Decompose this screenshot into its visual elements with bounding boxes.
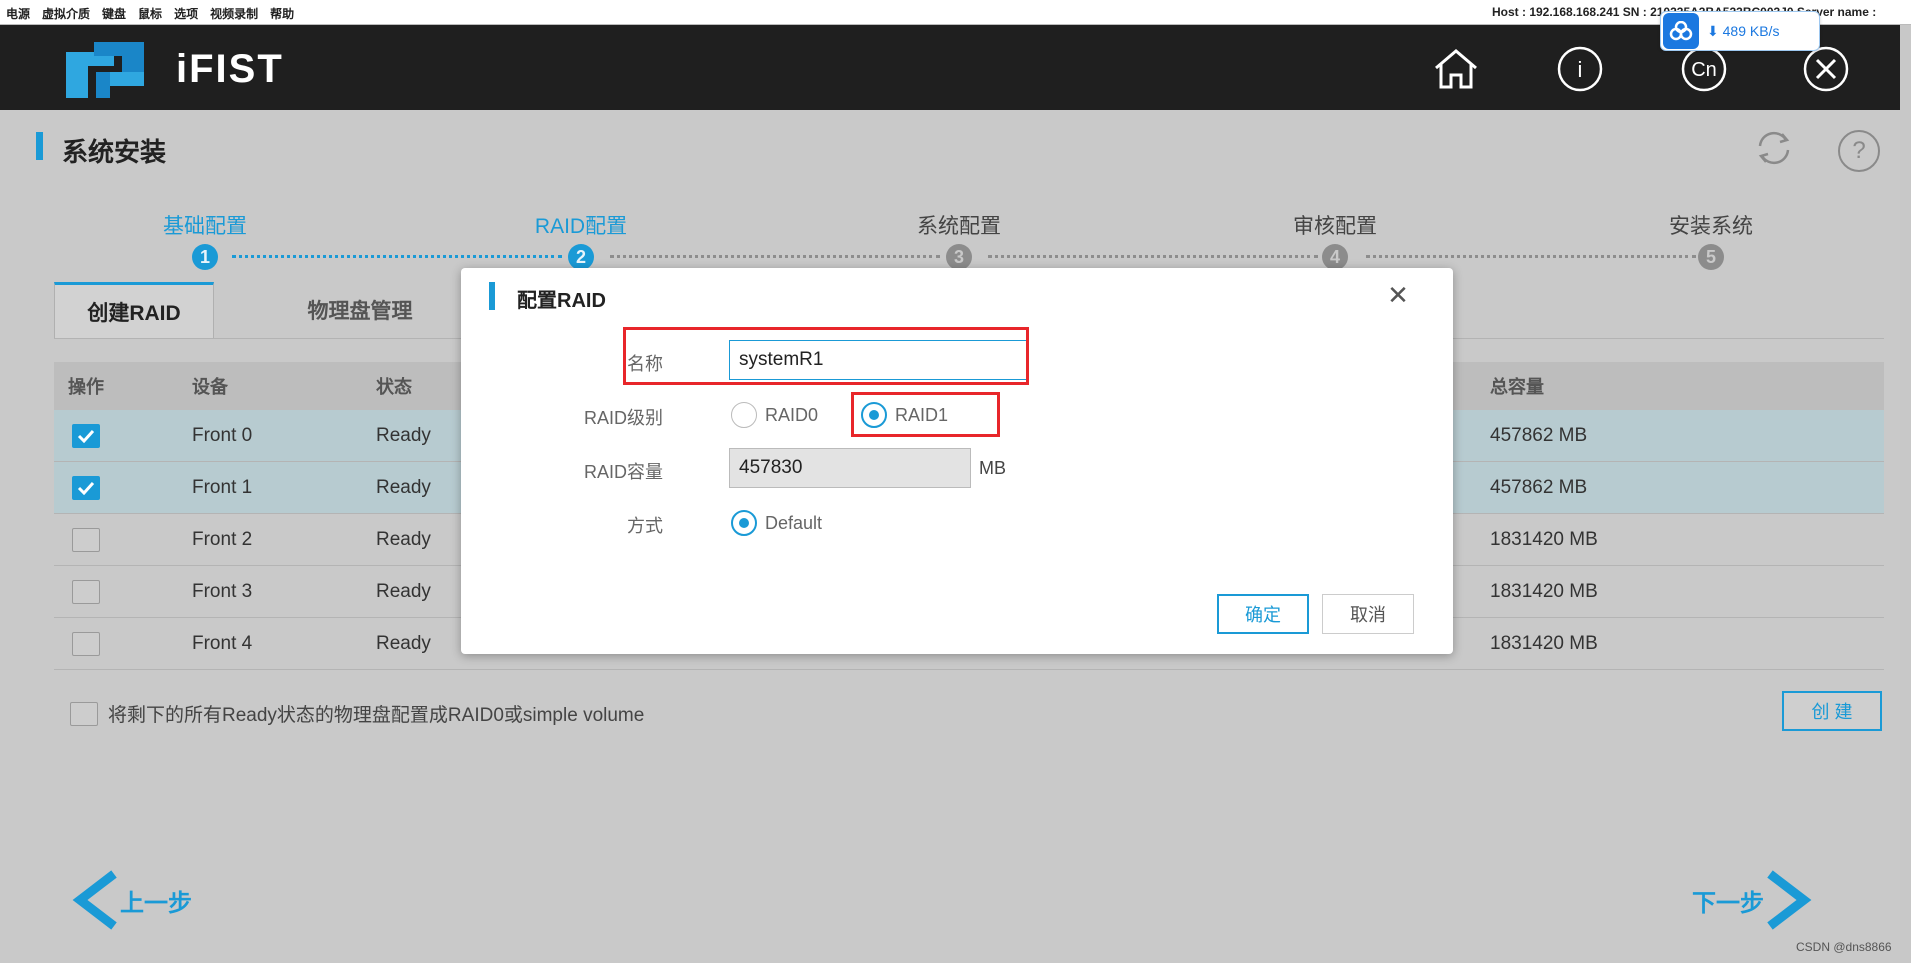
kvm-menu-options[interactable]: 选项 [174, 5, 198, 22]
step-system-config[interactable]: 系统配置 3 [849, 210, 1069, 270]
close-app-icon[interactable] [1802, 45, 1850, 93]
row-status: Ready [376, 424, 431, 446]
step-install-system[interactable]: 安装系统 5 [1601, 210, 1821, 270]
capacity-unit: MB [979, 458, 1006, 478]
row-capacity: 1831420 MB [1490, 528, 1598, 550]
step-label: 审核配置 [1293, 215, 1377, 238]
watermark: CSDN @dns8866 [1796, 940, 1892, 954]
radio-default-dot [731, 510, 757, 536]
header-device: 设备 [192, 377, 228, 397]
home-icon[interactable] [1432, 45, 1480, 93]
kvm-menu-help[interactable]: 帮助 [270, 5, 294, 22]
refresh-icon[interactable] [1752, 128, 1796, 168]
step-raid-config[interactable]: RAID配置 2 [471, 210, 691, 270]
mode-label: 方式 [627, 516, 663, 536]
step-number: 4 [1322, 244, 1348, 270]
row-status: Ready [376, 580, 431, 602]
row-checkbox[interactable] [72, 475, 100, 500]
raid-capacity-label: RAID容量 [583, 462, 663, 482]
step-basic-config[interactable]: 基础配置 1 [95, 210, 315, 270]
title-accent-bar [36, 132, 43, 160]
header-op: 操作 [68, 377, 104, 397]
row-status: Ready [376, 528, 431, 550]
kvm-menu-video-record[interactable]: 视频录制 [210, 5, 258, 22]
raid-name-input[interactable] [729, 340, 1029, 380]
close-icon[interactable]: ✕ [1385, 282, 1411, 308]
row-checkbox[interactable] [72, 579, 100, 604]
row-status: Ready [376, 476, 431, 498]
row-device: Front 4 [192, 632, 253, 654]
language-icon-label: Cn [1691, 59, 1717, 81]
create-raid-button[interactable]: 创 建 [1782, 691, 1882, 731]
remaining-raid0-label: 将剩下的所有Ready状态的物理盘配置成RAID0或simple volume [108, 705, 645, 726]
step-number: 1 [192, 244, 218, 270]
kvm-menu-power[interactable]: 电源 [6, 5, 30, 22]
prev-step-label: 上一步 [120, 889, 192, 917]
kvm-menu-mouse[interactable]: 鼠标 [138, 5, 162, 22]
name-label: 名称 [627, 354, 663, 374]
remaining-raid0-checkbox[interactable] [70, 701, 98, 726]
next-step-button[interactable]: 下一步 [1692, 870, 1814, 930]
next-step-label: 下一步 [1692, 889, 1764, 917]
app-header: iFIST i Cn [0, 25, 1900, 110]
download-badge[interactable]: ⬇ 489 KB/s [1660, 11, 1820, 51]
row-device: Front 3 [192, 580, 253, 602]
row-capacity: 1831420 MB [1490, 580, 1598, 602]
row-status: Ready [376, 632, 431, 654]
ifist-logo-icon [66, 42, 144, 98]
info-icon-label: i [1578, 57, 1583, 82]
row-checkbox[interactable] [72, 631, 100, 656]
step-number: 2 [568, 244, 594, 270]
step-label: 基础配置 [163, 215, 247, 238]
row-capacity: 457862 MB [1490, 424, 1588, 446]
confirm-button[interactable]: 确定 [1217, 594, 1309, 634]
dialog-title: 配置RAID [517, 290, 606, 312]
radio-raid1-dot [861, 402, 887, 428]
row-device: Front 1 [192, 476, 253, 498]
radio-raid0-label: RAID0 [765, 404, 819, 425]
raid-level-label: RAID级别 [583, 408, 663, 428]
row-capacity: 1831420 MB [1490, 632, 1598, 654]
raid-config-dialog: 配置RAID ✕ 名称 RAID级别 RAID0 RAID1 RAID容量 MB… [461, 268, 1453, 654]
step-review-config[interactable]: 审核配置 4 [1225, 210, 1445, 270]
radio-default[interactable]: Default [731, 510, 822, 536]
kvm-menu-virtual-media[interactable]: 虚拟介质 [42, 5, 90, 22]
step-number: 5 [1698, 244, 1724, 270]
radio-raid0[interactable]: RAID0 [731, 402, 818, 428]
info-icon[interactable]: i [1556, 45, 1604, 93]
row-checkbox[interactable] [72, 527, 100, 552]
row-capacity: 457862 MB [1490, 476, 1588, 498]
header-capacity: 总容量 [1490, 377, 1544, 397]
help-icon[interactable]: ? [1838, 130, 1880, 172]
row-device: Front 2 [192, 528, 253, 550]
radio-raid1-label: RAID1 [895, 404, 949, 425]
language-icon[interactable]: Cn [1680, 45, 1728, 93]
row-checkbox[interactable] [72, 423, 100, 448]
radio-default-label: Default [765, 512, 823, 533]
tab-create-raid[interactable]: 创建RAID [54, 282, 214, 338]
kvm-menu-bar: 电源 虚拟介质 键盘 鼠标 选项 视频录制 帮助 Host : 192.168.… [0, 0, 1911, 25]
header-status: 状态 [376, 377, 412, 397]
page-title: 系统安装 [62, 137, 167, 167]
radio-raid0-dot [731, 402, 757, 428]
chevron-left-icon [72, 870, 117, 930]
tab-physical-disk[interactable]: 物理盘管理 [260, 282, 460, 338]
cloud-icon [1663, 13, 1699, 49]
step-label: RAID配置 [534, 215, 628, 238]
cancel-button[interactable]: 取消 [1322, 594, 1414, 634]
row-device: Front 0 [192, 424, 253, 446]
kvm-menu: 电源 虚拟介质 键盘 鼠标 选项 视频录制 帮助 [6, 5, 294, 22]
download-speed: ⬇ 489 KB/s [1707, 22, 1780, 39]
remaining-raid0-option[interactable]: 将剩下的所有Ready状态的物理盘配置成RAID0或simple volume [70, 700, 644, 727]
kvm-menu-keyboard[interactable]: 键盘 [102, 5, 126, 22]
prev-step-button[interactable]: 上一步 [70, 870, 192, 930]
step-label: 系统配置 [917, 215, 1001, 238]
radio-raid1[interactable]: RAID1 [861, 402, 948, 428]
chevron-right-icon [1767, 870, 1812, 930]
step-label: 安装系统 [1669, 215, 1753, 238]
brand-name: iFIST [176, 47, 284, 91]
dialog-accent-bar [489, 282, 495, 310]
step-number: 3 [946, 244, 972, 270]
raid-capacity-input[interactable] [729, 448, 971, 488]
